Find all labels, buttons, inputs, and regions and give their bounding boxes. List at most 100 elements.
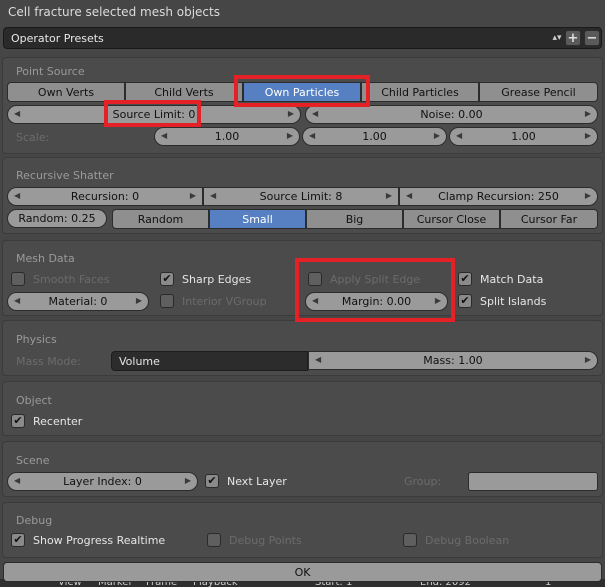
presets-updown-icon[interactable]: ▴▾	[551, 34, 563, 43]
scale-y-field[interactable]: ◀ 1.00 ▶	[302, 127, 447, 146]
scale-z-field[interactable]: ◀ 1.00 ▶	[449, 127, 598, 146]
operator-presets-label[interactable]: Operator Presets	[4, 32, 551, 45]
mass-value: Mass: 1.00	[423, 354, 483, 367]
tab-own-verts[interactable]: Own Verts	[7, 82, 125, 102]
mass-field[interactable]: ◀ Mass: 1.00 ▶	[308, 351, 598, 370]
mode-small[interactable]: Small	[209, 209, 306, 229]
ok-button[interactable]: OK	[3, 562, 602, 582]
increment-arrow-icon[interactable]: ▶	[288, 109, 294, 118]
increment-arrow-icon[interactable]: ▶	[136, 296, 142, 305]
mass-mode-dropdown[interactable]: Volume	[111, 351, 308, 371]
increment-arrow-icon[interactable]: ▶	[435, 296, 441, 305]
decrement-arrow-icon[interactable]: ◀	[210, 191, 216, 200]
scale-z-value: 1.00	[511, 130, 536, 143]
debug-boolean-label: Debug Boolean	[425, 534, 510, 547]
point-source-title: Point Source	[16, 65, 85, 78]
next-layer-checkbox[interactable]: ✔	[205, 474, 219, 488]
object-title: Object	[16, 394, 52, 407]
recursion-field[interactable]: ◀ Recursion: 0 ▶	[7, 187, 203, 206]
decrement-arrow-icon[interactable]: ◀	[14, 296, 20, 305]
margin-value: Margin: 0.00	[341, 295, 412, 308]
decrement-arrow-icon[interactable]: ◀	[315, 355, 321, 364]
mass-mode-value: Volume	[119, 354, 160, 368]
physics-title: Physics	[16, 333, 57, 346]
increment-arrow-icon[interactable]: ▶	[585, 131, 591, 140]
match-data-label: Match Data	[480, 273, 544, 286]
layer-index-field[interactable]: ◀ Layer Index: 0 ▶	[7, 472, 198, 491]
noise-value: Noise: 0.00	[420, 108, 483, 121]
debug-points-checkbox[interactable]	[207, 533, 221, 547]
recenter-checkbox[interactable]: ✔	[11, 414, 25, 428]
sharp-edges-label: Sharp Edges	[182, 273, 252, 286]
mode-random[interactable]: Random	[112, 209, 209, 229]
tab-child-particles[interactable]: Child Particles	[361, 82, 479, 102]
increment-arrow-icon[interactable]: ▶	[585, 355, 591, 364]
split-islands-checkbox[interactable]: ✔	[458, 294, 472, 308]
decrement-arrow-icon[interactable]: ◀	[14, 476, 20, 485]
mode-big[interactable]: Big	[306, 209, 403, 229]
object-panel: Object ✔ Recenter	[2, 381, 603, 436]
scene-title: Scene	[16, 454, 50, 467]
match-data-checkbox[interactable]: ✔	[458, 272, 472, 286]
increment-arrow-icon[interactable]: ▶	[585, 191, 591, 200]
interior-vgroup-checkbox[interactable]	[160, 294, 174, 308]
recenter-label: Recenter	[33, 415, 83, 428]
debug-panel: Debug ✔ Show Progress Realtime Debug Poi…	[2, 502, 603, 558]
mode-cursor-close[interactable]: Cursor Close	[403, 209, 500, 229]
clamp-recursion-field[interactable]: ◀ Clamp Recursion: 250 ▶	[399, 187, 598, 206]
decrement-arrow-icon[interactable]: ◀	[456, 131, 462, 140]
operator-presets-row[interactable]: Operator Presets ▴▾ + −	[3, 27, 602, 49]
debug-points-label: Debug Points	[229, 534, 302, 547]
increment-arrow-icon[interactable]: ▶	[434, 131, 440, 140]
next-layer-label: Next Layer	[227, 475, 287, 488]
recursive-shatter-panel: Recursive Shatter ◀ Recursion: 0 ▶ ◀ Sou…	[2, 157, 603, 234]
point-source-panel: Point Source Own Verts Child Verts Own P…	[2, 57, 603, 154]
mass-mode-label: Mass Mode:	[16, 355, 81, 368]
decrement-arrow-icon[interactable]: ◀	[309, 131, 315, 140]
source-limit-value: Source Limit: 0	[112, 108, 196, 121]
shatter-source-limit-value: Source Limit: 8	[259, 190, 343, 203]
increment-arrow-icon[interactable]: ▶	[386, 191, 392, 200]
decrement-arrow-icon[interactable]: ◀	[14, 191, 20, 200]
show-progress-checkbox[interactable]: ✔	[11, 533, 25, 547]
decrement-arrow-icon[interactable]: ◀	[312, 109, 318, 118]
random-field[interactable]: Random: 0.25	[7, 209, 107, 228]
decrement-arrow-icon[interactable]: ◀	[161, 131, 167, 140]
tab-grease-pencil[interactable]: Grease Pencil	[479, 82, 598, 102]
debug-boolean-checkbox[interactable]	[403, 533, 417, 547]
mode-cursor-far[interactable]: Cursor Far	[500, 209, 598, 229]
material-field[interactable]: ◀ Material: 0 ▶	[7, 292, 149, 311]
decrement-arrow-icon[interactable]: ◀	[406, 191, 412, 200]
smooth-faces-checkbox[interactable]	[11, 272, 25, 286]
source-limit-field[interactable]: ◀ Source Limit: 0 ▶	[7, 105, 301, 124]
cell-fracture-dialog: Cell fracture selected mesh objects Oper…	[0, 0, 605, 587]
increment-arrow-icon[interactable]: ▶	[190, 191, 196, 200]
recursion-value: Recursion: 0	[70, 190, 140, 203]
group-field[interactable]	[468, 472, 598, 491]
tab-child-verts[interactable]: Child Verts	[125, 82, 243, 102]
decrement-arrow-icon[interactable]: ◀	[14, 109, 20, 118]
increment-arrow-icon[interactable]: ▶	[287, 131, 293, 140]
scale-label: Scale:	[16, 131, 50, 144]
mesh-data-title: Mesh Data	[16, 252, 75, 265]
remove-preset-button[interactable]: −	[584, 30, 600, 46]
clamp-recursion-value: Clamp Recursion: 250	[438, 190, 559, 203]
physics-panel: Physics Mass Mode: Volume ◀ Mass: 1.00 ▶	[2, 320, 603, 376]
split-islands-label: Split Islands	[480, 295, 547, 308]
increment-arrow-icon[interactable]: ▶	[585, 109, 591, 118]
interior-vgroup-label: Interior VGroup	[182, 295, 267, 308]
sharp-edges-checkbox[interactable]: ✔	[160, 272, 174, 286]
increment-arrow-icon[interactable]: ▶	[185, 476, 191, 485]
shatter-source-limit-field[interactable]: ◀ Source Limit: 8 ▶	[203, 187, 399, 206]
apply-split-edge-checkbox[interactable]	[308, 272, 322, 286]
add-preset-button[interactable]: +	[565, 30, 581, 46]
noise-field[interactable]: ◀ Noise: 0.00 ▶	[305, 105, 598, 124]
dialog-title: Cell fracture selected mesh objects	[8, 5, 220, 19]
scale-x-value: 1.00	[214, 130, 240, 143]
margin-field[interactable]: ◀ Margin: 0.00 ▶	[305, 292, 448, 311]
show-progress-label: Show Progress Realtime	[33, 534, 166, 547]
scale-x-field[interactable]: ◀ 1.00 ▶	[154, 127, 300, 146]
tab-own-particles[interactable]: Own Particles	[243, 82, 361, 102]
debug-title: Debug	[16, 514, 53, 527]
decrement-arrow-icon[interactable]: ◀	[312, 296, 318, 305]
